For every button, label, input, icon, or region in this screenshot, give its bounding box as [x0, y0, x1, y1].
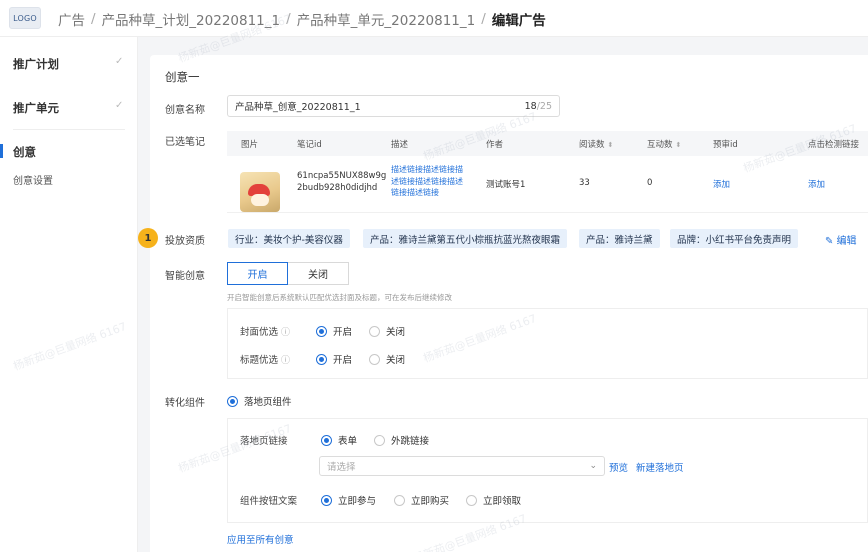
col-header-click-link: 点击检测链接: [808, 139, 860, 150]
smart-options-panel: 封面优选 ⓘ 开启 关闭 标题优选 ⓘ 开启 关闭: [227, 308, 868, 379]
smart-hint: 开启智能创意后系统默认匹配优选封面及标题，可在发布后继续修改: [227, 293, 452, 302]
breadcrumb-separator: /: [481, 11, 486, 27]
info-icon: ⓘ: [281, 356, 291, 366]
notes-label: 已选笔记: [165, 137, 205, 148]
breadcrumb-item-unit[interactable]: 产品种草_单元_20220811_1: [297, 9, 476, 29]
breadcrumb: 广告 / 产品种草_计划_20220811_1 / 产品种草_单元_202208…: [58, 9, 546, 29]
section-title: 创意一: [165, 70, 200, 84]
title-on-radio[interactable]: 开启: [316, 352, 352, 366]
component-panel: 落地页链接 表单 外跳链接 请选择 ⌄ 预览 新建落地页 组件按钮文案 立即参与 …: [227, 418, 868, 523]
sidebar-divider: [13, 129, 125, 130]
claim-now-radio[interactable]: 立即领取: [466, 493, 521, 507]
step-badge: 1: [138, 228, 158, 248]
smart-off-button[interactable]: 关闭: [288, 262, 349, 285]
landing-link-label: 落地页链接: [240, 436, 288, 447]
landing-page-select[interactable]: 请选择 ⌄: [319, 456, 605, 476]
note-reads: 33: [579, 178, 590, 188]
cover-optimize-label: 封面优选 ⓘ: [240, 327, 291, 338]
smart-creative-label: 智能创意: [165, 271, 205, 282]
qualification-tag: 品牌：小红书平台免责声明: [670, 229, 799, 248]
cover-off-radio[interactable]: 关闭: [369, 324, 405, 338]
apply-all-link[interactable]: 应用至所有创意: [227, 532, 294, 546]
col-header-author: 作者: [486, 139, 504, 150]
char-counter: 18/25: [524, 100, 552, 112]
landing-component-radio[interactable]: 落地页组件: [227, 394, 292, 408]
main-panel: 创意一 创意名称 产品种草_创意_20220811_1 18/25 已选笔记 图…: [138, 55, 868, 552]
info-icon: ⓘ: [281, 328, 291, 338]
check-icon: ✓: [115, 100, 124, 111]
page-title: 编辑广告: [491, 13, 546, 29]
edit-qualification-button[interactable]: ✎ 编辑: [825, 232, 857, 247]
add-click-link[interactable]: 添加: [808, 178, 825, 190]
active-indicator: [0, 144, 3, 158]
pencil-icon: ✎: [825, 236, 837, 247]
buy-now-radio[interactable]: 立即购买: [394, 493, 449, 507]
external-link-radio[interactable]: 外跳链接: [374, 433, 429, 447]
button-text-label: 组件按钮文案: [240, 496, 298, 507]
new-landing-page-link[interactable]: 新建落地页: [636, 460, 684, 474]
col-header-interactions[interactable]: 互动数 ⬍: [647, 138, 681, 150]
note-interactions: 0: [647, 178, 653, 188]
creative-name-label: 创意名称: [165, 105, 205, 116]
col-header-image: 图片: [241, 139, 259, 150]
delivery-label: 投放资质: [165, 236, 205, 247]
notes-table: 图片 笔记id 描述 作者 阅读数 ⬍ 互动数 ⬍ 预审id 点击检测链接 61nc…: [227, 131, 868, 213]
table-header: 图片 笔记id 描述 作者 阅读数 ⬍ 互动数 ⬍ 预审id 点击检测链接: [227, 131, 868, 156]
component-label: 转化组件: [165, 398, 205, 409]
breadcrumb-item-ads[interactable]: 广告: [58, 9, 85, 29]
note-author: 测试账号1: [486, 180, 526, 190]
creative-name-input[interactable]: 产品种草_创意_20220811_1 18/25: [227, 95, 560, 117]
note-desc: 描述链接描述链接描 述链接描述链接描述 链接描述链接: [391, 165, 463, 197]
title-off-radio[interactable]: 关闭: [369, 352, 405, 366]
smart-creative-toggle: 开启 关闭: [227, 262, 349, 285]
join-now-radio[interactable]: 立即参与: [321, 493, 376, 507]
col-header-reads[interactable]: 阅读数 ⬍: [579, 138, 613, 150]
col-header-note-id: 笔记id: [297, 139, 322, 150]
top-bar: LOGO 广告 / 产品种草_计划_20220811_1 / 产品种草_单元_2…: [0, 0, 868, 37]
breadcrumb-separator: /: [286, 11, 291, 27]
sidebar-item-plan[interactable]: 推广计划: [13, 56, 59, 72]
sort-icon: ⬍: [607, 140, 614, 149]
sort-icon: ⬍: [675, 140, 682, 149]
logo: LOGO: [9, 7, 41, 29]
cover-on-radio[interactable]: 开启: [316, 324, 352, 338]
sidebar-item-creative[interactable]: 创意: [13, 144, 36, 160]
creative-name-value: 产品种草_创意_20220811_1: [235, 102, 361, 113]
add-review-id-link[interactable]: 添加: [713, 178, 730, 190]
col-header-desc: 描述: [391, 139, 409, 150]
title-optimize-label: 标题优选 ⓘ: [240, 355, 291, 366]
chevron-down-icon: ⌄: [589, 461, 597, 471]
sidebar-subitem-creative-settings[interactable]: 创意设置: [13, 172, 53, 187]
col-header-review-id: 预审id: [713, 139, 738, 150]
sidebar-item-unit[interactable]: 推广单元: [13, 100, 59, 116]
breadcrumb-item-plan[interactable]: 产品种草_计划_20220811_1: [102, 9, 281, 29]
sidebar: 推广计划 ✓ 推广单元 ✓ 创意 创意设置: [0, 37, 138, 552]
preview-link[interactable]: 预览: [609, 460, 628, 474]
check-icon: ✓: [115, 56, 124, 67]
qualification-tag: 行业：美妆个护-美容仪器: [228, 229, 350, 248]
smart-on-button[interactable]: 开启: [227, 262, 288, 285]
note-thumbnail: [240, 172, 280, 212]
note-id: 61ncpa55NUX88w9g 2budb928h0didjhd: [297, 171, 387, 193]
qualification-tag: 产品：雅诗兰黛: [579, 229, 660, 248]
form-radio[interactable]: 表单: [321, 433, 357, 447]
table-row: 61ncpa55NUX88w9g 2budb928h0didjhd 描述链接描述…: [227, 156, 868, 213]
qualification-tag: 产品：雅诗兰黛第五代小棕瓶抗蓝光熬夜眼霜: [363, 229, 568, 248]
breadcrumb-separator: /: [91, 11, 96, 27]
